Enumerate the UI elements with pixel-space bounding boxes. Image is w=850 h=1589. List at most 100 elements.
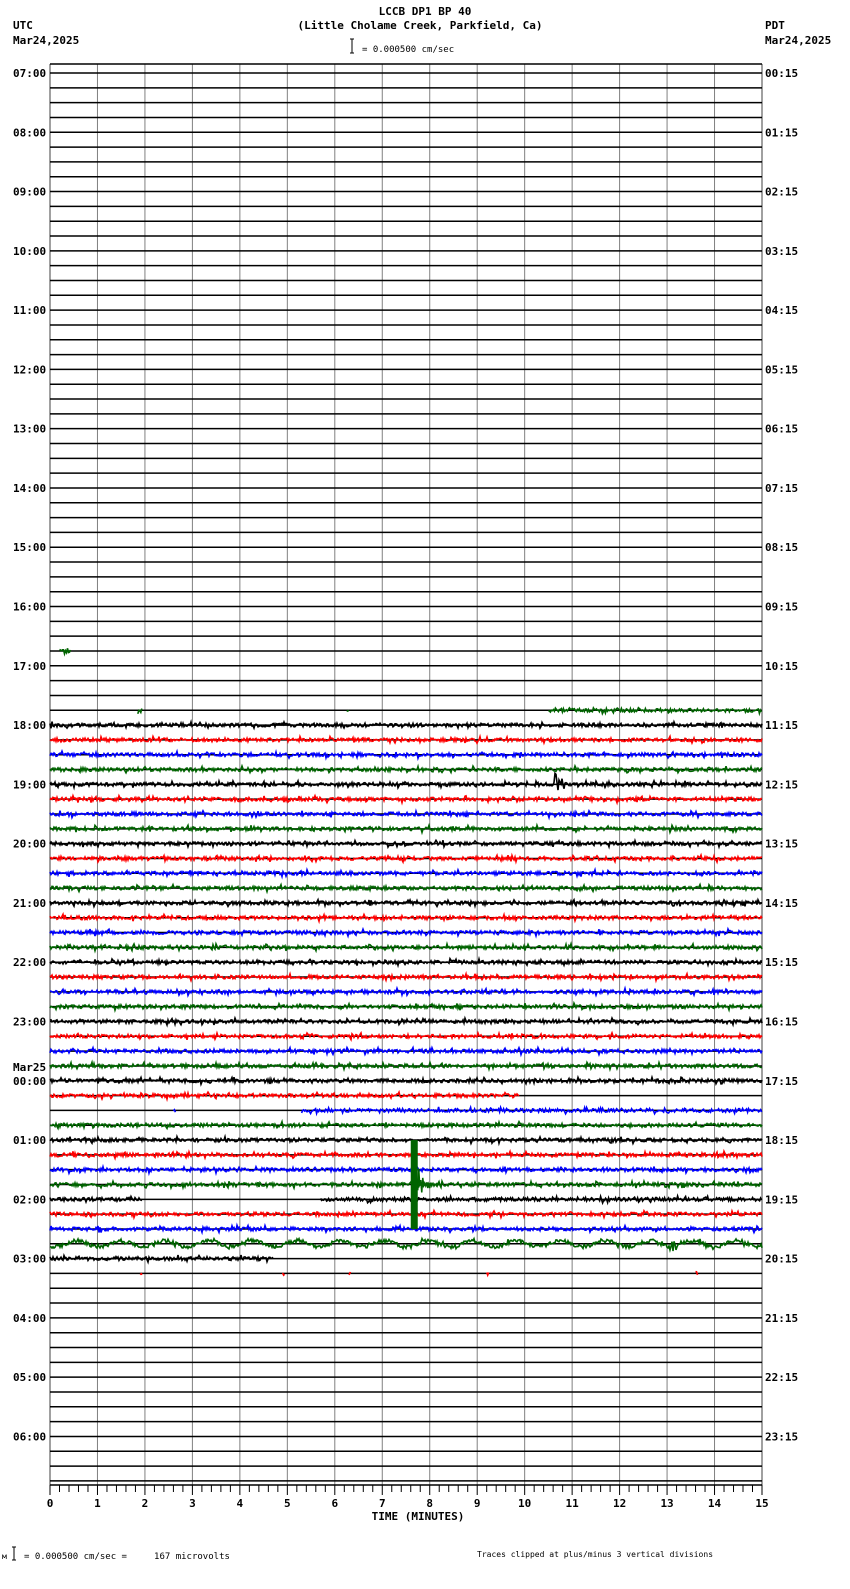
pdt-hour-label: 21:15 [765, 1312, 798, 1325]
seismic-trace [49, 793, 762, 806]
right-timezone: PDT [765, 19, 785, 32]
x-tick-label: 2 [142, 1497, 149, 1510]
date-change-label: Mar25 [13, 1061, 46, 1074]
x-tick-label: 9 [474, 1497, 481, 1510]
pdt-hour-label: 01:15 [765, 126, 798, 139]
seismic-trace [300, 1104, 763, 1117]
pdt-hour-label: 04:15 [765, 304, 798, 317]
scale-legend: = 0.000500 cm/sec [362, 45, 454, 55]
utc-hour-label: 02:00 [13, 1193, 46, 1206]
utc-hour-label: 03:00 [13, 1253, 46, 1266]
pdt-hour-label: 10:15 [765, 660, 798, 673]
utc-hour-label: 11:00 [13, 304, 46, 317]
pdt-hour-label: 02:15 [765, 186, 798, 199]
utc-hour-label: 18:00 [13, 719, 46, 732]
pdt-hour-label: 15:15 [765, 956, 798, 969]
utc-hour-label: 22:00 [13, 956, 46, 969]
x-tick-label: 11 [566, 1497, 580, 1510]
x-tick-label: 5 [284, 1497, 291, 1510]
seismic-trace [49, 1074, 763, 1087]
utc-hour-label: 10:00 [13, 245, 46, 258]
x-tick-label: 12 [613, 1497, 626, 1510]
seismic-trace [49, 771, 763, 791]
left-timezone: UTC [13, 19, 33, 32]
utc-hour-label: 00:00 [13, 1075, 46, 1088]
seismic-trace [137, 708, 143, 715]
pdt-hour-label: 03:15 [765, 245, 798, 258]
x-tick-label: 10 [518, 1497, 531, 1510]
seismic-trace [49, 1133, 763, 1147]
x-tick-label: 8 [426, 1497, 433, 1510]
seismic-trace [49, 882, 763, 895]
utc-hour-label: 08:00 [13, 126, 46, 139]
seismic-trace [49, 1148, 763, 1161]
seismic-trace [49, 1045, 763, 1058]
left-date: Mar24,2025 [13, 34, 79, 47]
pdt-hour-label: 06:15 [765, 423, 798, 436]
pdt-hour-label: 05:15 [765, 363, 798, 376]
seismic-trace [49, 955, 763, 969]
utc-hour-label: 21:00 [13, 897, 46, 910]
pdt-hour-label: 12:15 [765, 778, 798, 791]
utc-hour-label: 14:00 [13, 482, 46, 495]
seismic-trace [49, 911, 763, 925]
seismic-trace [49, 985, 763, 998]
x-tick-label: 6 [331, 1497, 338, 1510]
clipped-event-signal [410, 1140, 418, 1229]
pdt-hour-label: 14:15 [765, 897, 798, 910]
utc-hour-label: 20:00 [13, 838, 46, 851]
utc-hour-label: 12:00 [13, 363, 46, 376]
pdt-hour-label: 17:15 [765, 1075, 798, 1088]
x-tick-label: 7 [379, 1497, 386, 1510]
utc-hour-label: 16:00 [13, 601, 46, 614]
pdt-hour-label: 00:15 [765, 67, 798, 80]
utc-hour-label: 05:00 [13, 1371, 46, 1384]
seismic-trace [49, 1015, 763, 1028]
seismic-trace [346, 709, 350, 712]
seismic-trace [49, 748, 763, 762]
utc-hour-label: 19:00 [13, 778, 46, 791]
seismic-trace [49, 1208, 763, 1221]
x-tick-label: 15 [755, 1497, 768, 1510]
plot-subtitle: (Little Cholame Creek, Parkfield, Ca) [297, 19, 542, 32]
utc-hour-label: 13:00 [13, 423, 46, 436]
utc-hour-label: 15:00 [13, 541, 46, 554]
seismic-trace [49, 970, 763, 984]
x-tick-label: 0 [47, 1497, 54, 1510]
seismic-trace [49, 1000, 763, 1014]
scale-bar-icon [350, 38, 354, 54]
seismogram-helicorder: LCCB DP1 BP 40 (Little Cholame Creek, Pa… [2, 5, 831, 1562]
pdt-hour-label: 19:15 [765, 1193, 798, 1206]
seismic-trace [59, 648, 72, 657]
utc-hour-label: 07:00 [13, 67, 46, 80]
pdt-hour-label: 07:15 [765, 482, 798, 495]
x-tick-label: 13 [660, 1497, 673, 1510]
x-tick-label: 3 [189, 1497, 196, 1510]
pdt-hour-label: 22:15 [765, 1371, 798, 1384]
footer-scale-text: = 0.000500 cm/sec = 167 microvolts [24, 1552, 230, 1562]
right-date: Mar24,2025 [765, 34, 831, 47]
plot-grid [49, 63, 763, 1486]
seismic-trace [49, 808, 763, 821]
seismic-trace [485, 1272, 490, 1278]
footer-scale-prefix: м [2, 1552, 7, 1561]
footer-scale-bar-icon [12, 1546, 16, 1561]
utc-hour-label: 06:00 [13, 1430, 46, 1443]
plot-title: LCCB DP1 BP 40 [379, 5, 472, 18]
seismic-trace [172, 1108, 177, 1113]
x-axis: 0 1 2 3 4 5 6 7 8 9 10 11 12 13 14 15 [47, 1485, 769, 1510]
x-tick-label: 14 [708, 1497, 722, 1510]
utc-hour-label: 09:00 [13, 186, 46, 199]
x-tick-label: 1 [94, 1497, 101, 1510]
x-axis-label: TIME (MINUTES) [372, 1510, 465, 1523]
seismic-trace [139, 1272, 143, 1276]
utc-hour-label: 04:00 [13, 1312, 46, 1325]
seismic-trace [49, 1222, 763, 1236]
x-tick-label: 4 [237, 1497, 244, 1510]
pdt-hour-label: 18:15 [765, 1134, 798, 1147]
seismic-trace [49, 1163, 763, 1177]
pdt-hour-label: 09:15 [765, 601, 798, 614]
pdt-hour-label: 11:15 [765, 719, 798, 732]
seismic-trace [49, 1194, 143, 1205]
seismic-trace [49, 1178, 763, 1191]
